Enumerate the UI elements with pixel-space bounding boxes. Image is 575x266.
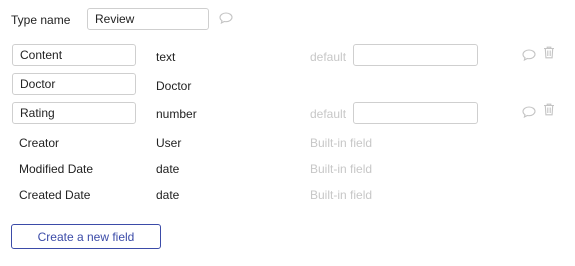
comment-bubble-icon[interactable] [522, 49, 536, 61]
type-name-label: Type name [11, 13, 71, 27]
builtin-field-name: Created Date [19, 188, 91, 202]
builtin-field-note: Built-in field [310, 188, 373, 202]
builtin-field-note: Built-in field [310, 162, 373, 176]
builtin-field-type: date [156, 188, 180, 202]
field-type-rating[interactable]: number [156, 107, 197, 121]
builtin-field-type: User [156, 136, 182, 150]
builtin-field-type: date [156, 162, 180, 176]
builtin-field-note: Built-in field [310, 136, 373, 150]
field-type-doctor[interactable]: Doctor [156, 79, 191, 93]
comment-bubble-icon[interactable] [219, 12, 233, 24]
field-name-input-rating[interactable] [12, 102, 136, 124]
create-new-field-button[interactable]: Create a new field [11, 224, 161, 249]
default-value-input-content[interactable] [353, 44, 478, 66]
comment-bubble-icon[interactable] [522, 106, 536, 118]
builtin-field-name: Creator [19, 136, 60, 150]
trash-icon[interactable] [543, 103, 555, 116]
trash-icon[interactable] [543, 46, 555, 59]
default-value-input-rating[interactable] [353, 102, 478, 124]
field-type-content[interactable]: text [156, 50, 175, 64]
field-name-input-doctor[interactable] [12, 73, 136, 95]
type-name-input[interactable] [87, 8, 209, 30]
builtin-field-name: Modified Date [19, 162, 94, 176]
default-label: default [310, 50, 347, 64]
field-name-input-content[interactable] [12, 44, 136, 66]
default-label: default [310, 107, 347, 121]
